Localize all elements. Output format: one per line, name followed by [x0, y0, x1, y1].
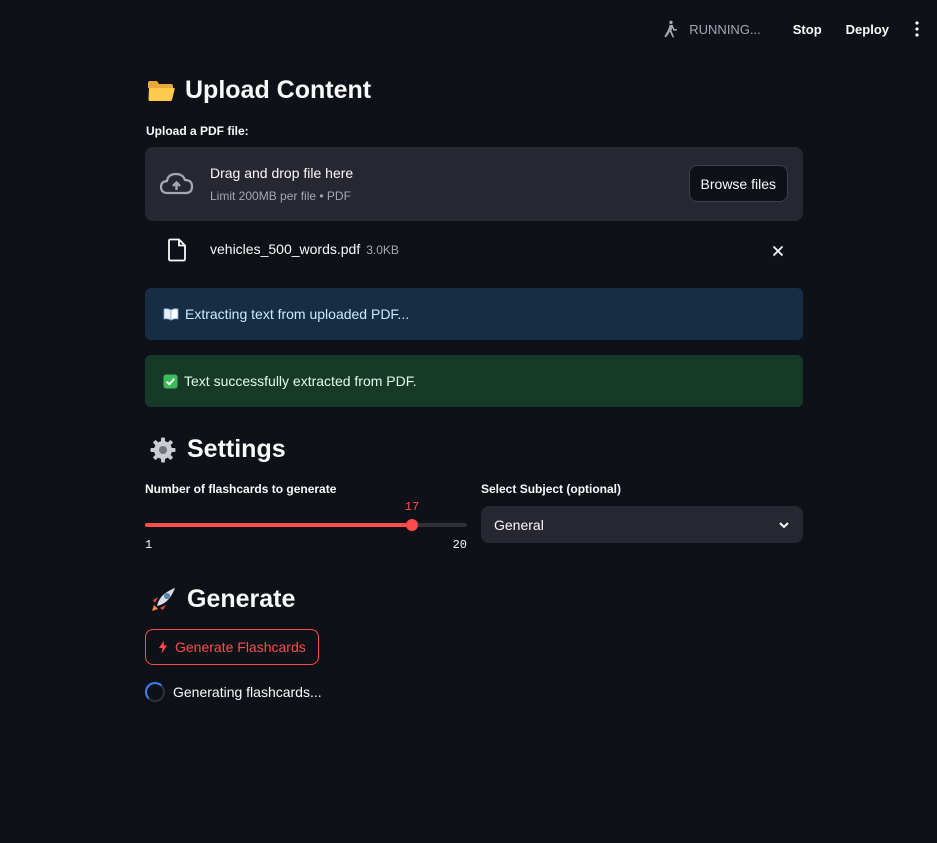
- cloud-upload-icon: [159, 172, 194, 195]
- lightning-icon: [159, 640, 167, 654]
- select-label: Select Subject (optional): [481, 482, 622, 496]
- top-toolbar: RUNNING... Stop Deploy: [661, 0, 937, 58]
- check-mark-icon: [163, 373, 178, 389]
- file-name-container: vehicles_500_words.pdf 3.0KB: [210, 241, 399, 257]
- subject-select[interactable]: General: [481, 506, 803, 543]
- generating-status-text: Generating flashcards...: [173, 684, 322, 700]
- settings-heading: Settings: [149, 435, 286, 464]
- open-book-icon: [163, 308, 179, 321]
- dropzone-title: Drag and drop file here: [210, 165, 354, 181]
- subject-select-group: Select Subject (optional) General: [481, 482, 803, 543]
- chevron-down-icon: [779, 521, 789, 528]
- rocket-icon: [149, 586, 177, 614]
- browse-files-button[interactable]: Browse files: [688, 165, 788, 202]
- generate-flashcards-button[interactable]: Generate Flashcards: [145, 629, 319, 665]
- success-alert-text: Text successfully extracted from PDF.: [184, 373, 417, 389]
- generating-status: Generating flashcards...: [145, 682, 322, 702]
- settings-heading-text: Settings: [187, 435, 286, 463]
- slider-value: 17: [404, 500, 420, 514]
- remove-file-button[interactable]: [767, 240, 789, 262]
- slider-track[interactable]: [145, 519, 467, 531]
- file-dropzone[interactable]: Drag and drop file here Limit 200MB per …: [145, 147, 803, 221]
- kebab-menu-icon[interactable]: [905, 14, 929, 44]
- running-status-text: RUNNING...: [689, 21, 761, 37]
- info-alert: Extracting text from uploaded PDF...: [145, 288, 803, 340]
- deploy-button[interactable]: Deploy: [834, 16, 901, 43]
- select-value: General: [494, 516, 544, 533]
- info-alert-text: Extracting text from uploaded PDF...: [185, 306, 410, 322]
- generate-heading: Generate: [149, 585, 295, 614]
- generate-heading-text: Generate: [187, 585, 296, 613]
- slider-fill: [145, 523, 412, 527]
- slider-min-label: 1: [145, 538, 153, 552]
- generate-button-label: Generate Flashcards: [175, 639, 306, 655]
- folder-icon: [147, 77, 175, 105]
- file-size: 3.0KB: [366, 243, 399, 257]
- gear-icon: [149, 436, 177, 464]
- running-status: RUNNING...: [661, 19, 761, 39]
- success-alert: Text successfully extracted from PDF.: [145, 355, 803, 407]
- flashcard-count-slider-group: Number of flashcards to generate 17 1 20: [145, 482, 467, 552]
- upload-heading: Upload Content: [147, 76, 371, 105]
- upload-field-label: Upload a PDF file:: [146, 124, 249, 138]
- uploaded-file-row: vehicles_500_words.pdf 3.0KB: [145, 232, 803, 268]
- file-icon: [168, 238, 186, 262]
- close-icon: [772, 245, 784, 257]
- dropzone-subtitle: Limit 200MB per file • PDF: [210, 189, 351, 203]
- loading-spinner-icon: [145, 682, 165, 702]
- slider-label: Number of flashcards to generate: [145, 482, 337, 496]
- running-person-icon: [664, 20, 678, 38]
- stop-button[interactable]: Stop: [781, 16, 834, 43]
- slider-max-label: 20: [452, 538, 467, 552]
- file-name: vehicles_500_words.pdf: [210, 241, 361, 257]
- upload-heading-text: Upload Content: [185, 76, 372, 104]
- slider-thumb[interactable]: [406, 519, 418, 531]
